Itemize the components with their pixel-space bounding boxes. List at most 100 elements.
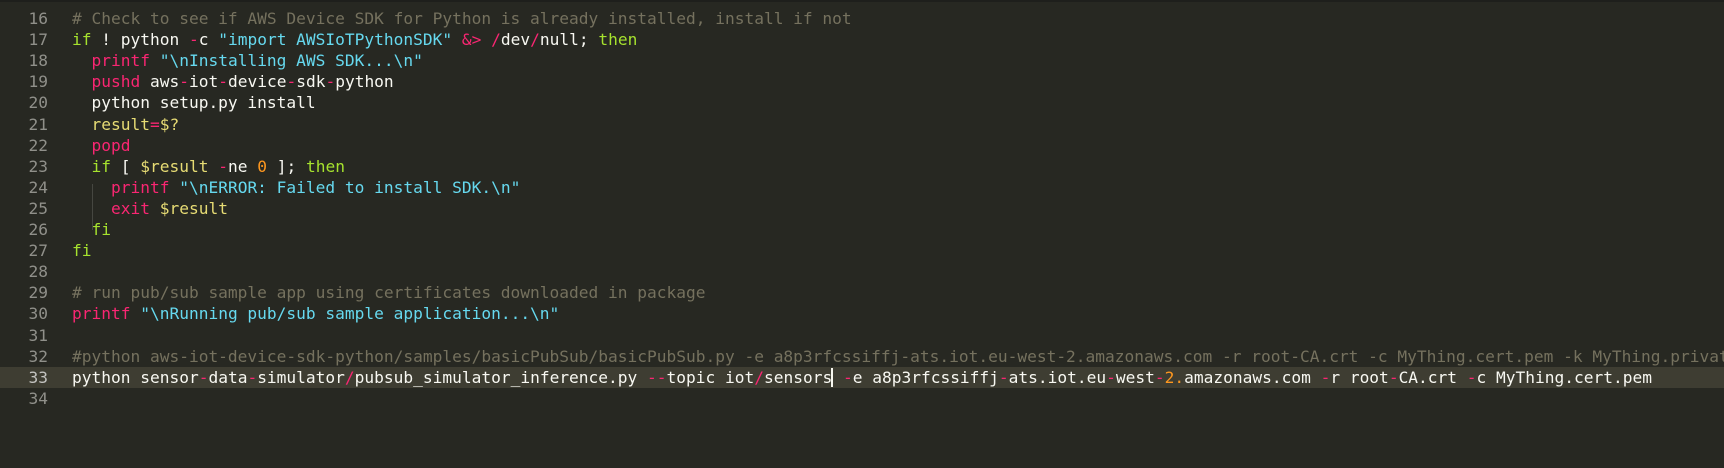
code-token: sensors <box>764 367 833 387</box>
code-line[interactable]: 17 if ! python -c "import AWSIoTPythonSDK… <box>0 29 1724 50</box>
code-token: west <box>1115 367 1155 387</box>
code-token: - <box>218 72 228 92</box>
code-line[interactable]: 31 <box>0 325 1724 346</box>
code-token: exit <box>110 198 150 218</box>
line-code: popd <box>72 135 131 156</box>
line-number: 29 <box>28 283 49 303</box>
code-token: - <box>842 367 853 387</box>
code-editor[interactable]: 16 # Check to see if AWS Device SDK for P… <box>0 0 1724 468</box>
code-token: - <box>218 156 228 176</box>
code-token: fi <box>72 241 92 261</box>
code-token: null; <box>539 30 599 50</box>
line-number: 22 <box>28 135 49 155</box>
code-token: printf <box>72 304 131 324</box>
code-token: / <box>754 367 764 387</box>
code-token: CA.crt <box>1398 367 1467 387</box>
code-token: / <box>344 367 355 387</box>
code-line[interactable]: 34 <box>0 388 1724 409</box>
code-token: c MyThing.cert.pem <box>1476 367 1652 387</box>
code-token: python sensor <box>72 367 199 387</box>
line-number: 16 <box>28 9 49 28</box>
code-token: "\nERROR: Failed to install SDK.\n" <box>179 177 521 197</box>
line-code: python setup.py install <box>72 92 316 113</box>
code-token: - <box>286 72 297 92</box>
line-code: # Check to see if AWS Device SDK for Pyt… <box>72 8 852 29</box>
line-code: # run pub/sub sample app using certifica… <box>72 282 705 303</box>
code-token: - <box>1320 367 1331 387</box>
code-token: $result <box>159 198 228 218</box>
code-token: $? <box>159 114 180 134</box>
editor-top-border <box>0 0 1724 2</box>
code-line[interactable]: 26 fi <box>0 219 1724 240</box>
code-line[interactable]: 16 # Check to see if AWS Device SDK for P… <box>0 8 1724 29</box>
code-token: 0 <box>257 156 267 176</box>
line-number: 26 <box>28 220 49 239</box>
code-token: = <box>149 114 160 134</box>
code-token: pubsub_simulator_inference.py <box>354 367 648 387</box>
code-token: iot <box>188 72 219 92</box>
code-line[interactable]: 18 printf "\nInstalling AWS SDK...\n" <box>0 50 1724 71</box>
code-token: - <box>998 367 1009 387</box>
line-number: 32 <box>28 346 49 366</box>
line-code: python sensor-data-simulator/pubsub_simu… <box>72 367 1652 388</box>
code-line[interactable]: 28 <box>0 261 1724 282</box>
code-line[interactable]: 19 pushd aws-iot-device-sdk-python <box>0 71 1724 92</box>
code-token: "import AWSIoTPythonSDK" <box>218 30 453 50</box>
code-line[interactable]: 21 result=$? <box>0 114 1724 135</box>
line-code: #python aws-iot-device-sdk-python/sample… <box>72 346 1724 367</box>
code-line[interactable]: 29 # run pub/sub sample app using certifi… <box>0 282 1724 303</box>
code-line[interactable]: 23 if [ $result -ne 0 ]; then <box>0 156 1724 177</box>
code-token: - <box>1106 367 1116 387</box>
code-token: # run pub/sub sample app using certifica… <box>72 283 706 303</box>
code-token: data <box>208 367 248 387</box>
code-token: [ <box>111 156 141 176</box>
line-number: 34 <box>28 388 49 408</box>
code-token: popd <box>91 135 131 155</box>
code-token: dev <box>500 30 531 50</box>
line-code: fi <box>72 240 92 261</box>
code-token: amazonaws.com <box>1184 367 1321 387</box>
code-token: - <box>1388 367 1399 387</box>
code-token: ats.iot.eu <box>1008 367 1107 387</box>
code-token: -- <box>647 367 667 387</box>
code-line[interactable]: 27 fi <box>0 240 1724 261</box>
code-token: / <box>530 30 540 50</box>
code-line[interactable]: 24 printf "\nERROR: Failed to install SD… <box>0 177 1724 198</box>
code-token: then <box>305 156 345 176</box>
line-code: if [ $result -ne 0 ]; then <box>72 156 345 177</box>
code-token: device <box>227 72 287 92</box>
code-token: topic iot <box>666 367 755 387</box>
code-line[interactable]: 20 python setup.py install <box>0 92 1724 113</box>
code-token: python setup.py install <box>72 93 316 113</box>
code-token: / <box>491 30 501 50</box>
code-line[interactable]: 32 #python aws-iot-device-sdk-python/samp… <box>0 346 1724 367</box>
line-number: 27 <box>28 241 49 261</box>
code-token: simulator <box>257 367 345 387</box>
line-number: 23 <box>28 156 49 176</box>
code-token: - <box>1154 367 1165 387</box>
line-code: exit $result <box>72 198 228 219</box>
code-token: $result <box>140 156 209 176</box>
line-number: 24 <box>28 177 49 197</box>
code-line[interactable]: 33 python sensor-data-simulator/pubsub_si… <box>0 366 1724 388</box>
code-token: printf <box>91 51 150 71</box>
line-code: result=$? <box>72 114 180 135</box>
line-code: printf "\nERROR: Failed to install SDK.\… <box>72 177 520 198</box>
code-line[interactable]: 22 popd <box>0 135 1724 156</box>
code-token: if <box>91 156 112 176</box>
code-token: - <box>198 367 209 387</box>
code-token: &> <box>461 30 482 50</box>
line-number: 28 <box>28 262 49 282</box>
code-line[interactable]: 25 exit $result <box>0 198 1724 219</box>
line-number: 20 <box>28 93 49 113</box>
code-line[interactable]: 30 printf "\nRunning pub/sub sample appli… <box>0 303 1724 324</box>
line-number: 18 <box>28 51 49 71</box>
